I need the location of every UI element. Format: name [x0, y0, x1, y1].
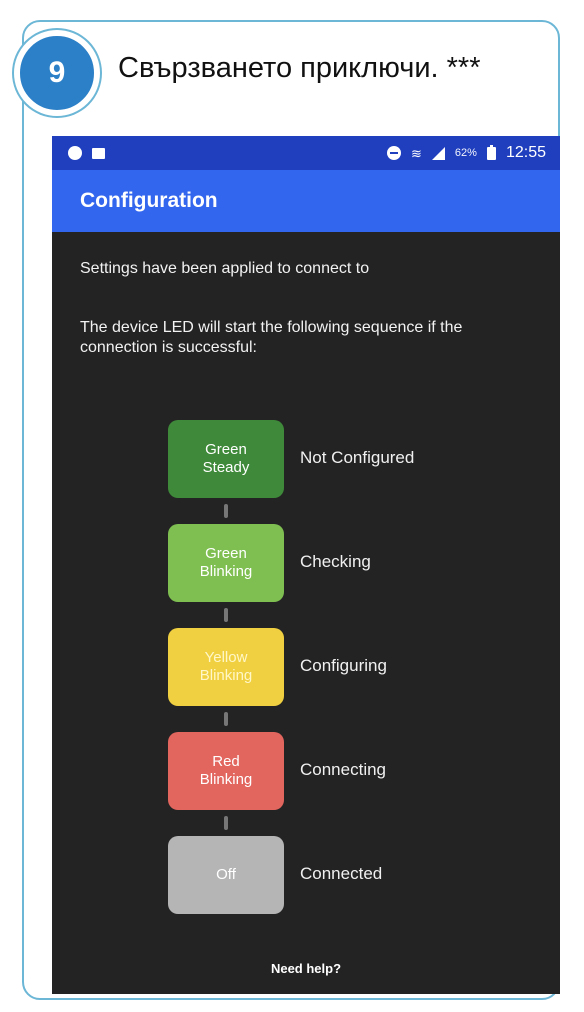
led-row-green-blinking: Green Blinking Checking [168, 524, 508, 628]
step-number: 9 [48, 56, 66, 89]
status-bar-left [68, 146, 105, 160]
app-title: Configuration [80, 189, 218, 212]
status-bar: ≋ 62% 12:55 [52, 136, 560, 170]
led-indicator-red-blinking: Red Blinking [168, 732, 284, 810]
sequence-connector [224, 816, 228, 830]
sequence-connector [224, 712, 228, 726]
need-help-link[interactable]: Need help? [52, 961, 560, 976]
sequence-connector [224, 504, 228, 518]
led-indicator-green-blinking: Green Blinking [168, 524, 284, 602]
signal-icon [431, 146, 445, 160]
led-status-label: Not Configured [300, 448, 415, 467]
do-not-disturb-icon [387, 146, 402, 160]
status-bar-right: ≋ 62% 12:55 [387, 144, 546, 162]
led-status-label: Connected [300, 864, 383, 883]
wifi-icon: ≋ [411, 145, 422, 161]
led-row-yellow-blinking: Yellow Blinking Configuring [168, 628, 508, 732]
settings-applied-text: Settings have been applied to connect to [80, 260, 370, 277]
led-sequence-description: The device LED will start the following … [80, 319, 463, 356]
app-bar: Configuration [52, 170, 560, 232]
led-indicator-yellow-blinking: Yellow Blinking [168, 628, 284, 706]
led-indicator-green-steady: Green Steady [168, 420, 284, 498]
led-row-green-steady: Green Steady Not Configured [168, 420, 508, 524]
battery-icon [486, 144, 496, 160]
phone-screenshot: ≋ 62% 12:55 Configuration Settings have … [52, 136, 560, 994]
led-row-off: Off Connected [168, 836, 508, 940]
notification-dot-icon [68, 146, 82, 160]
battery-percent: 62% [454, 147, 477, 159]
led-row-red-blinking: Red Blinking Connecting [168, 732, 508, 836]
led-sequence-list: Green Steady Not Configured Green Blinking… [168, 420, 508, 940]
led-status-label: Configuring [300, 656, 387, 675]
image-notification-icon [92, 147, 105, 159]
led-status-label: Connecting [300, 760, 387, 779]
status-time: 12:55 [505, 144, 546, 161]
led-status-label: Checking [300, 552, 371, 571]
configuration-content: Settings have been applied to connect to… [52, 232, 560, 914]
step-number-badge: 9 [14, 30, 100, 116]
step-title: Свързването приключи. *** [118, 52, 481, 84]
sequence-connector [224, 608, 228, 622]
led-indicator-off: Off [168, 836, 284, 914]
